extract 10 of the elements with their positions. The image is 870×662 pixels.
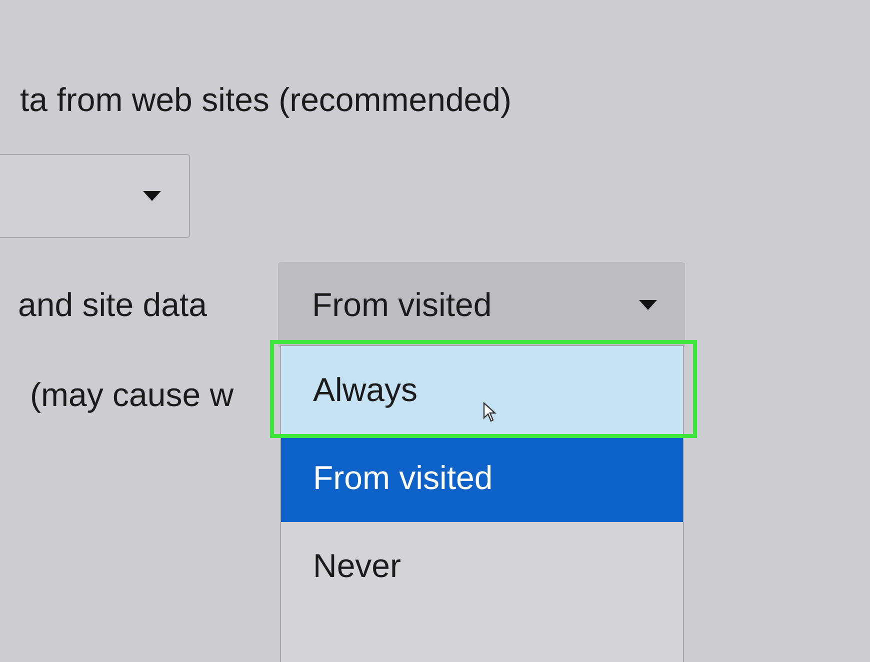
caret-icon	[639, 300, 657, 310]
preference-text: ta from web sites (recommended)	[20, 80, 513, 120]
warning-text: (may cause w	[30, 375, 234, 415]
caret-icon	[143, 191, 161, 201]
cookies-dropdown[interactable]: From visited	[278, 262, 685, 348]
mouse-pointer-icon	[483, 402, 497, 422]
cookies-label: and site data	[18, 285, 208, 326]
dropdown-option[interactable]: Always	[281, 346, 683, 434]
dropdown[interactable]	[0, 154, 190, 238]
dropdown-option[interactable]: Never	[281, 522, 683, 610]
